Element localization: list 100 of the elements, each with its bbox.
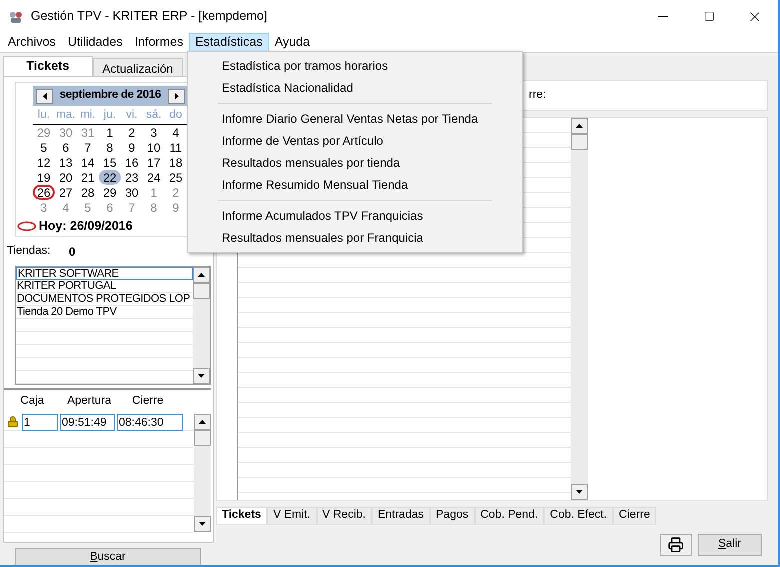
dropdown-item[interactable]: Estadística por tramos horarios [188,55,522,77]
calendar-day[interactable]: 3 [143,125,165,140]
weekday-label: ma. [55,108,77,123]
up-arrow-icon [198,273,205,277]
calendar-day[interactable]: 18 [165,155,187,170]
menu-item[interactable]: Informes [128,33,190,52]
store-item[interactable]: DOCUMENTOS PROTEGIDOS LOP [16,293,193,306]
column-header[interactable]: Cierre [118,393,178,411]
scroll-thumb[interactable] [194,430,211,446]
today-date[interactable]: Hoy: 26/09/2016 [39,217,133,236]
menu-item[interactable]: Ayuda [268,33,316,52]
store-item[interactable]: Tienda 20 Demo TPV [16,306,193,319]
calendar-day[interactable]: 20 [55,170,77,186]
calendar-day[interactable]: 17 [143,155,165,170]
scrollbar[interactable] [194,414,211,532]
calendar-day[interactable]: 21 [77,170,99,186]
calendar-day[interactable]: 23 [121,170,143,186]
menu-item[interactable]: Archivos [2,33,62,52]
menu-item[interactable]: Estadísticas [189,33,269,52]
down-arrow-icon [198,374,205,378]
tab[interactable]: V Recib. [316,507,372,525]
scroll-up-button[interactable] [193,267,210,283]
calendar-day[interactable]: 19 [33,170,55,186]
tab[interactable]: Tickets [216,507,268,525]
right-arrow-icon [174,92,178,100]
tab[interactable]: Cob. Pend. [474,507,544,525]
tab[interactable]: Cierre [613,507,656,525]
scroll-up-button[interactable] [194,414,211,430]
dropdown-item[interactable]: Informe de Ventas por Artículo [188,130,522,152]
calendar-day[interactable]: 6 [55,140,77,156]
menu-item[interactable]: Utilidades [62,33,129,52]
calendar-day[interactable]: 26 [33,185,55,200]
dropdown-item[interactable]: Informe Acumulados TPV Franquicias [188,205,522,227]
tab[interactable]: Actualización [93,58,183,78]
calendar-day[interactable]: 1 [99,125,121,140]
scrollbar[interactable] [571,118,588,500]
calendar-day[interactable]: 8 [99,140,121,156]
calendar-day[interactable]: 27 [55,185,77,200]
today-marker-icon [17,221,37,232]
tab[interactable]: Tickets [3,56,93,76]
calendar-day[interactable]: 2 [121,125,143,140]
dropdown-item[interactable]: Estadística Nacionalidad [188,77,522,99]
calendar-day[interactable]: 25 [165,170,187,186]
calendar-day[interactable]: 5 [33,140,55,156]
printer-icon [668,537,684,553]
stores-label: Tiendas: [7,244,52,260]
calendar-day[interactable]: 15 [99,155,121,170]
tab[interactable]: Pagos [430,507,475,525]
up-arrow-icon [576,124,583,128]
left-arrow-icon [42,92,46,100]
up-arrow-icon [199,420,206,424]
tab[interactable]: V Emit. [267,507,316,525]
dropdown-item[interactable]: Resultados mensuales por Franquicia [188,227,522,249]
table-cell[interactable]: 09:51:49 [60,414,115,430]
calendar-day[interactable]: 7 [77,140,99,156]
calendar-day[interactable]: 10 [143,140,165,156]
scrollbar[interactable] [193,267,210,384]
calendar-day[interactable]: 16 [121,155,143,170]
previous-month-button[interactable] [36,88,53,104]
closing-label: rre: [529,88,546,103]
dropdown-item[interactable]: Infomre Diario General Ventas Netas por Tienda [188,108,522,130]
scroll-down-button[interactable] [194,516,211,532]
store-item[interactable]: KRITER SOFTWARE [16,267,193,280]
tab[interactable]: Cob. Efect. [544,507,614,525]
dropdown-item[interactable]: Resultados mensuales por tienda [188,152,522,174]
next-month-button[interactable] [168,88,185,104]
minimize-icon [658,16,668,17]
weekday-label: lu. [36,108,52,123]
scroll-down-button[interactable] [193,368,210,384]
exit-button[interactable]: Salir [698,534,762,556]
calendar-day[interactable]: 22 [99,170,121,186]
calendar-day[interactable]: 4 [165,125,187,140]
calendar-day[interactable]: 29 [99,185,121,200]
column-header[interactable]: Caja [4,393,61,411]
table-cell[interactable]: 1 [22,414,58,430]
calendar-day[interactable]: 30 [121,185,143,200]
calendar-day[interactable]: 9 [121,140,143,156]
calendar-day[interactable]: 12 [33,155,55,170]
search-button[interactable]: Buscar [15,548,201,565]
stores-count: 0 [69,244,76,261]
calendar-day[interactable]: 11 [165,140,187,156]
window-title: Gestión TPV - KRITER ERP - [kempdemo] [31,8,268,26]
down-arrow-icon [576,490,583,494]
scroll-thumb[interactable] [193,283,210,299]
calendar-day[interactable]: 13 [55,155,77,170]
weekday-label: ju. [102,108,118,123]
dropdown-item[interactable]: Informe Resumido Mensual Tienda [188,174,522,196]
calendar-day[interactable]: 28 [77,185,99,200]
print-button[interactable] [660,534,692,556]
scroll-down-button[interactable] [571,484,588,500]
column-header[interactable]: Apertura [61,393,118,411]
store-item[interactable]: KRITER PORTUGAL [16,280,193,293]
calendar-day[interactable]: 24 [143,170,165,186]
calendar-day[interactable]: 14 [77,155,99,170]
weekday-label: vi. [125,108,139,123]
scroll-up-button[interactable] [571,118,588,134]
tab[interactable]: Entradas [372,507,430,525]
table-cell[interactable]: 08:46:30 [117,414,183,430]
scroll-thumb[interactable] [571,134,588,150]
weekday-label: do [168,108,184,123]
